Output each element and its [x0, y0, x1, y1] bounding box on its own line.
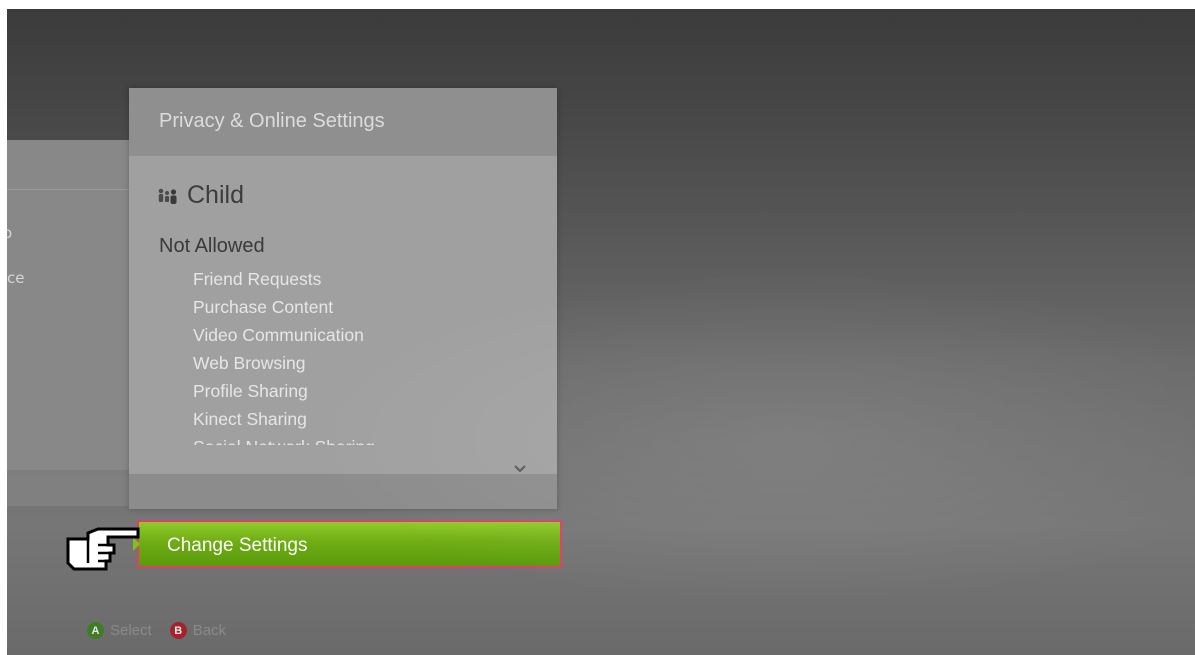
background-panel-text: o: [7, 224, 13, 242]
card-header: Privacy & Online Settings: [129, 88, 557, 156]
a-button-icon: A: [87, 622, 104, 639]
list-item: Web Browsing: [193, 353, 306, 373]
list-item: Video Communication: [193, 325, 364, 345]
controller-hints: A Select B Back: [87, 622, 226, 639]
back-hint-label: Back: [192, 622, 227, 639]
background-panel-footer: [7, 476, 130, 506]
card-body: Child Not Allowed Friend Requests Purcha…: [129, 156, 557, 474]
select-hint-label: Select: [110, 622, 152, 639]
background-panel-text: ce: [7, 269, 25, 287]
change-settings-label: Change Settings: [167, 535, 308, 556]
list-item: Friend Requests: [193, 269, 322, 289]
card-title: Privacy & Online Settings: [159, 110, 385, 132]
dashboard-screen: o ce Privacy & Online Settings Child Not: [7, 9, 1195, 655]
background-panel: o ce: [7, 140, 130, 506]
not-allowed-list: Friend Requests Purchase Content Video C…: [193, 265, 375, 445]
background-panel-body: o ce: [7, 189, 130, 470]
card-footer-strip: [129, 474, 557, 509]
b-button-icon: B: [169, 622, 187, 639]
change-settings-button[interactable]: Change Settings: [133, 520, 562, 568]
chevron-down-icon[interactable]: [513, 464, 527, 474]
list-viewport[interactable]: Friend Requests Purchase Content Video C…: [129, 156, 557, 445]
list-item: Social Network Sharing: [193, 433, 375, 445]
list-item: Kinect Sharing: [193, 409, 307, 429]
list-item: Purchase Content: [193, 297, 334, 317]
privacy-settings-card: Privacy & Online Settings Child Not Allo…: [129, 88, 557, 509]
list-item: Profile Sharing: [193, 381, 308, 401]
background-panel-header: [7, 140, 130, 189]
hand-pointer-icon: [66, 527, 140, 571]
